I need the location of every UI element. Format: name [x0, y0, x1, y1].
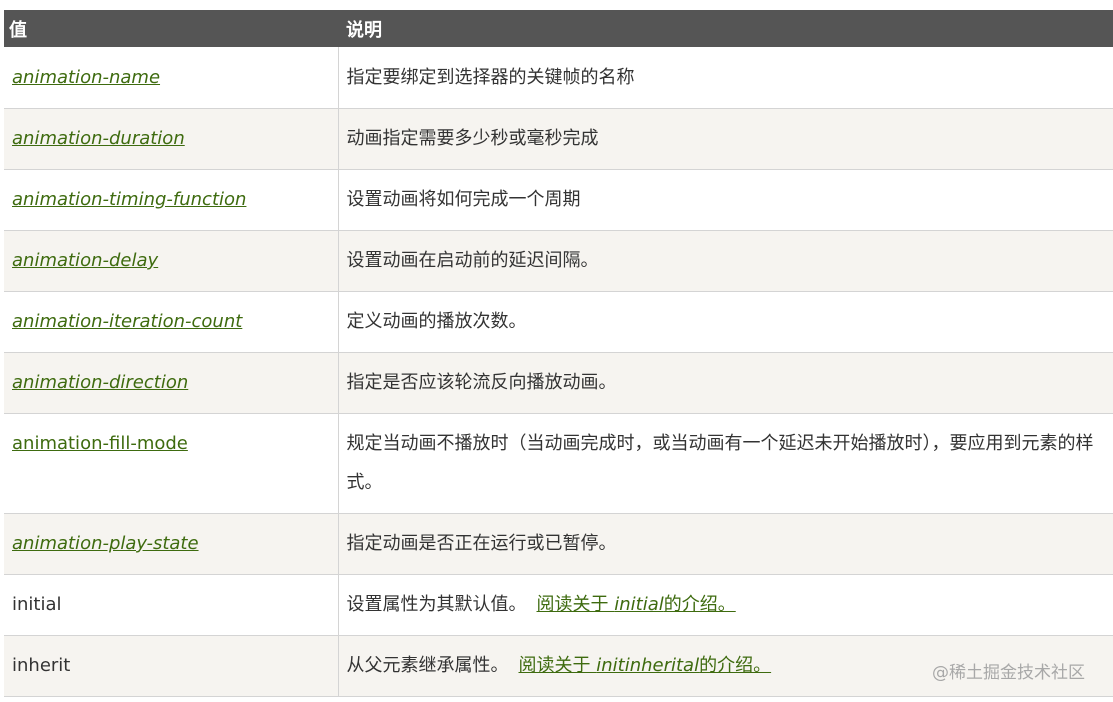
read-more-link[interactable]: 阅读关于 initial的介绍。: [537, 594, 736, 615]
property-link[interactable]: animation-timing-function: [12, 189, 246, 210]
table-row: animation-direction 指定是否应该轮流反向播放动画。: [4, 352, 1113, 414]
property-description: 定义动画的播放次数。: [338, 291, 1113, 353]
property-link[interactable]: animation-fill-mode: [12, 433, 188, 454]
watermark: @稀土掘金技术社区: [932, 663, 1085, 683]
read-more-suffix: 的介绍。: [663, 594, 736, 615]
property-description: 规定当动画不播放时（当动画完成时，或当动画有一个延迟未开始播放时），要应用到元素…: [338, 413, 1113, 514]
read-more-link[interactable]: 阅读关于 initinherital的介绍。: [519, 655, 772, 676]
property-link[interactable]: animation-iteration-count: [12, 311, 242, 332]
header-value: 值: [4, 10, 338, 47]
page: 值 说明 animation-name 指定要绑定到选择器的关键帧的名称 ani…: [0, 0, 1113, 702]
table-header-row: 值 说明: [4, 10, 1113, 47]
table-row: animation-play-state 指定动画是否正在运行或已暂停。: [4, 513, 1113, 575]
property-description: 指定是否应该轮流反向播放动画。: [338, 352, 1113, 414]
property-table: 值 说明 animation-name 指定要绑定到选择器的关键帧的名称 ani…: [4, 10, 1113, 697]
property-description: 设置动画在启动前的延迟间隔。: [338, 230, 1113, 292]
read-more-prefix: 阅读关于: [518, 655, 597, 676]
table-row: animation-delay 设置动画在启动前的延迟间隔。: [4, 230, 1113, 292]
table-row: animation-fill-mode 规定当动画不播放时（当动画完成时，或当动…: [4, 413, 1113, 514]
property-keyword: initial: [12, 594, 62, 615]
property-description: 设置属性为其默认值。 阅读关于 initial的介绍。: [338, 574, 1113, 636]
table-row: animation-name 指定要绑定到选择器的关键帧的名称: [4, 47, 1113, 109]
property-link[interactable]: animation-duration: [12, 128, 185, 149]
table-row: animation-timing-function 设置动画将如何完成一个周期: [4, 169, 1113, 231]
property-link[interactable]: animation-direction: [12, 372, 188, 393]
description-text: 从父元素继承属性。: [346, 655, 509, 676]
property-description: 动画指定需要多少秒或毫秒完成: [338, 108, 1113, 170]
property-keyword: inherit: [12, 655, 71, 676]
read-more-keyword: initinherital: [596, 655, 700, 676]
property-description: 指定动画是否正在运行或已暂停。: [338, 513, 1113, 575]
property-description: 指定要绑定到选择器的关键帧的名称: [338, 47, 1113, 109]
table-row: initial 设置属性为其默认值。 阅读关于 initial的介绍。: [4, 574, 1113, 636]
read-more-prefix: 阅读关于: [536, 594, 615, 615]
header-description: 说明: [338, 10, 1113, 47]
property-link[interactable]: animation-play-state: [12, 533, 199, 554]
property-link[interactable]: animation-delay: [12, 250, 158, 271]
property-link[interactable]: animation-name: [12, 67, 160, 88]
table-row: animation-iteration-count 定义动画的播放次数。: [4, 291, 1113, 353]
description-text: 设置属性为其默认值。: [346, 594, 527, 615]
read-more-suffix: 的介绍。: [699, 655, 772, 676]
read-more-keyword: initial: [614, 594, 664, 615]
table-row: animation-duration 动画指定需要多少秒或毫秒完成: [4, 108, 1113, 170]
property-description: 设置动画将如何完成一个周期: [338, 169, 1113, 231]
